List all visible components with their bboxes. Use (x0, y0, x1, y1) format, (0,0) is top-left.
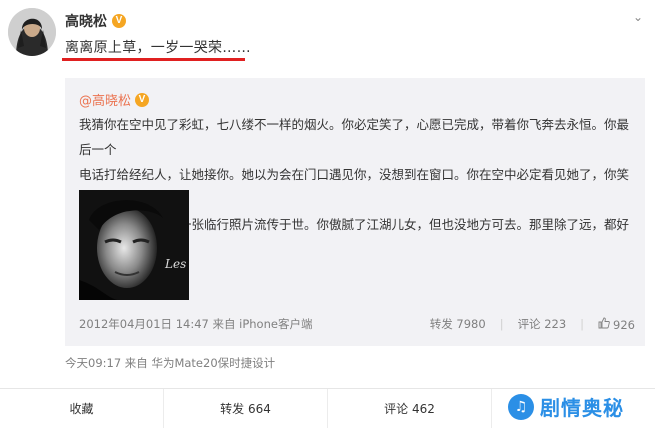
comment-button[interactable]: 评论 462 (328, 389, 492, 428)
music-note-icon: ♫ (508, 393, 534, 420)
divider: | (580, 317, 585, 331)
author-name[interactable]: 高晓松 (65, 11, 107, 31)
highlight-underline (62, 58, 245, 61)
watermark: ♫ 剧情奥秘 (508, 392, 624, 421)
repost-timestamp: 2012年04月01日 14:47 来自 iPhone客户端 (79, 317, 313, 331)
repost-author[interactable]: @高晓松 V (79, 90, 150, 109)
forward-label: 转发 664 (220, 402, 271, 416)
post-text: 离离原上草，一岁一哭荣…… (65, 40, 251, 56)
repost-author-name[interactable]: @高晓松 (79, 90, 131, 109)
divider: | (499, 317, 504, 331)
portrait-photo: Les (79, 190, 189, 300)
post-author[interactable]: 高晓松 V (65, 11, 126, 31)
repost-card[interactable]: @高晓松 V 我猜你在空中见了彩虹，七八缕不一样的烟火。你必定笑了，心愿已完成，… (65, 78, 645, 346)
repost-image[interactable]: Les (79, 190, 189, 300)
repost-stats: 转发 7980 | 评论 223 | 926 (430, 316, 635, 332)
verified-v-icon: V (112, 14, 126, 28)
favorite-label: 收藏 (69, 402, 94, 416)
forward-button[interactable]: 转发 664 (164, 389, 328, 428)
repost-comment-count[interactable]: 评论 223 (518, 316, 567, 332)
repost-line: 我猜你在空中见了彩虹，七八缕不一样的烟火。你必定笑了，心愿已完成，带着你飞奔去永… (79, 117, 630, 157)
watermark-text: 剧情奥秘 (540, 396, 624, 420)
avatar[interactable] (8, 8, 56, 56)
repost-like[interactable]: 926 (598, 317, 635, 332)
image-signature: Les (164, 257, 186, 271)
avatar-image (8, 8, 56, 56)
chevron-down-icon[interactable]: ⌄ (633, 10, 643, 24)
thumb-up-icon (598, 317, 610, 328)
repost-like-count: 926 (613, 317, 635, 332)
favorite-button[interactable]: 收藏 (0, 389, 164, 428)
verified-v-icon: V (135, 92, 150, 107)
post-timestamp-device: 今天09:17 来自 华为Mate20保时捷设计 (65, 356, 276, 370)
repost-forward-count[interactable]: 转发 7980 (430, 316, 486, 332)
comment-label: 评论 462 (384, 402, 435, 416)
